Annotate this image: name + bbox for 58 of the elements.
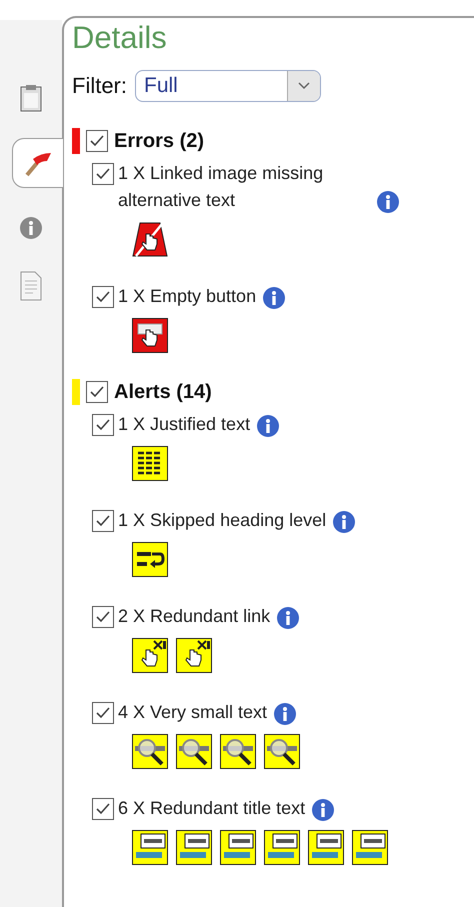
checkmark-icon [89, 385, 105, 399]
chevron-down-icon [298, 82, 310, 90]
document-icon [20, 271, 42, 301]
panel-title: Details [72, 20, 168, 56]
item-label: 6 X Redundant title text [118, 797, 306, 820]
filter-label: Filter: [72, 73, 127, 99]
checkmark-icon [95, 514, 111, 528]
checkmark-icon [95, 610, 111, 624]
title-text-icon[interactable] [352, 830, 388, 865]
info-icon[interactable] [273, 702, 298, 726]
item-label: 1 X Justified text [118, 413, 250, 436]
item-checkbox[interactable] [92, 510, 114, 532]
sidebar-tab[interactable] [12, 138, 63, 188]
checkmark-icon [95, 706, 111, 720]
item-label: 2 X Redundant link [118, 605, 270, 628]
empty-button-error-icon[interactable] [132, 318, 168, 353]
magnifier-icon[interactable] [176, 734, 212, 769]
filter-dropdown[interactable]: Full [135, 70, 321, 102]
item-label: 1 X Skipped heading level [118, 509, 326, 532]
category-title: Alerts (14) [114, 380, 212, 404]
item-label: 1 X Linked image missing alternative text [118, 162, 324, 212]
magnifier-icon[interactable] [132, 734, 168, 769]
info-icon[interactable] [332, 510, 356, 534]
info-icon[interactable] [376, 190, 400, 214]
magnifier-icon[interactable] [264, 734, 300, 769]
info-icon[interactable] [311, 798, 336, 822]
clipboard-icon [20, 84, 42, 112]
info-icon[interactable] [276, 606, 300, 630]
info-icon [19, 216, 43, 240]
justified-text-icon[interactable] [132, 446, 168, 481]
title-text-icon[interactable] [264, 830, 300, 865]
checkmark-icon [95, 290, 111, 304]
item-checkbox[interactable] [92, 798, 114, 820]
item-checkbox[interactable] [92, 414, 114, 436]
info-icon[interactable] [262, 286, 286, 310]
category-checkbox[interactable] [86, 381, 108, 403]
category-title: Errors (2) [114, 130, 204, 152]
redundant-link-icon[interactable] [176, 638, 212, 673]
title-text-icon[interactable] [176, 830, 212, 865]
checkmark-icon [89, 134, 105, 148]
category-checkbox[interactable] [86, 130, 108, 152]
item-label: 4 X Very small text [118, 701, 268, 724]
checkmark-icon [95, 167, 111, 181]
item-label: 1 X Empty button [118, 285, 256, 308]
info-icon[interactable] [256, 414, 280, 438]
title-text-icon[interactable] [220, 830, 256, 865]
title-text-icon[interactable] [132, 830, 168, 865]
skipped-heading-icon[interactable] [132, 542, 168, 577]
redundant-link-icon[interactable] [132, 638, 168, 673]
item-checkbox[interactable] [92, 163, 114, 185]
title-text-icon[interactable] [308, 830, 344, 865]
item-checkbox[interactable] [92, 606, 114, 628]
linked-image-error-icon[interactable] [132, 222, 168, 257]
magnifier-icon[interactable] [220, 734, 256, 769]
item-checkbox[interactable] [92, 702, 114, 724]
item-checkbox[interactable] [92, 286, 114, 308]
checkmark-icon [95, 418, 111, 432]
checkmark-icon [95, 802, 111, 816]
